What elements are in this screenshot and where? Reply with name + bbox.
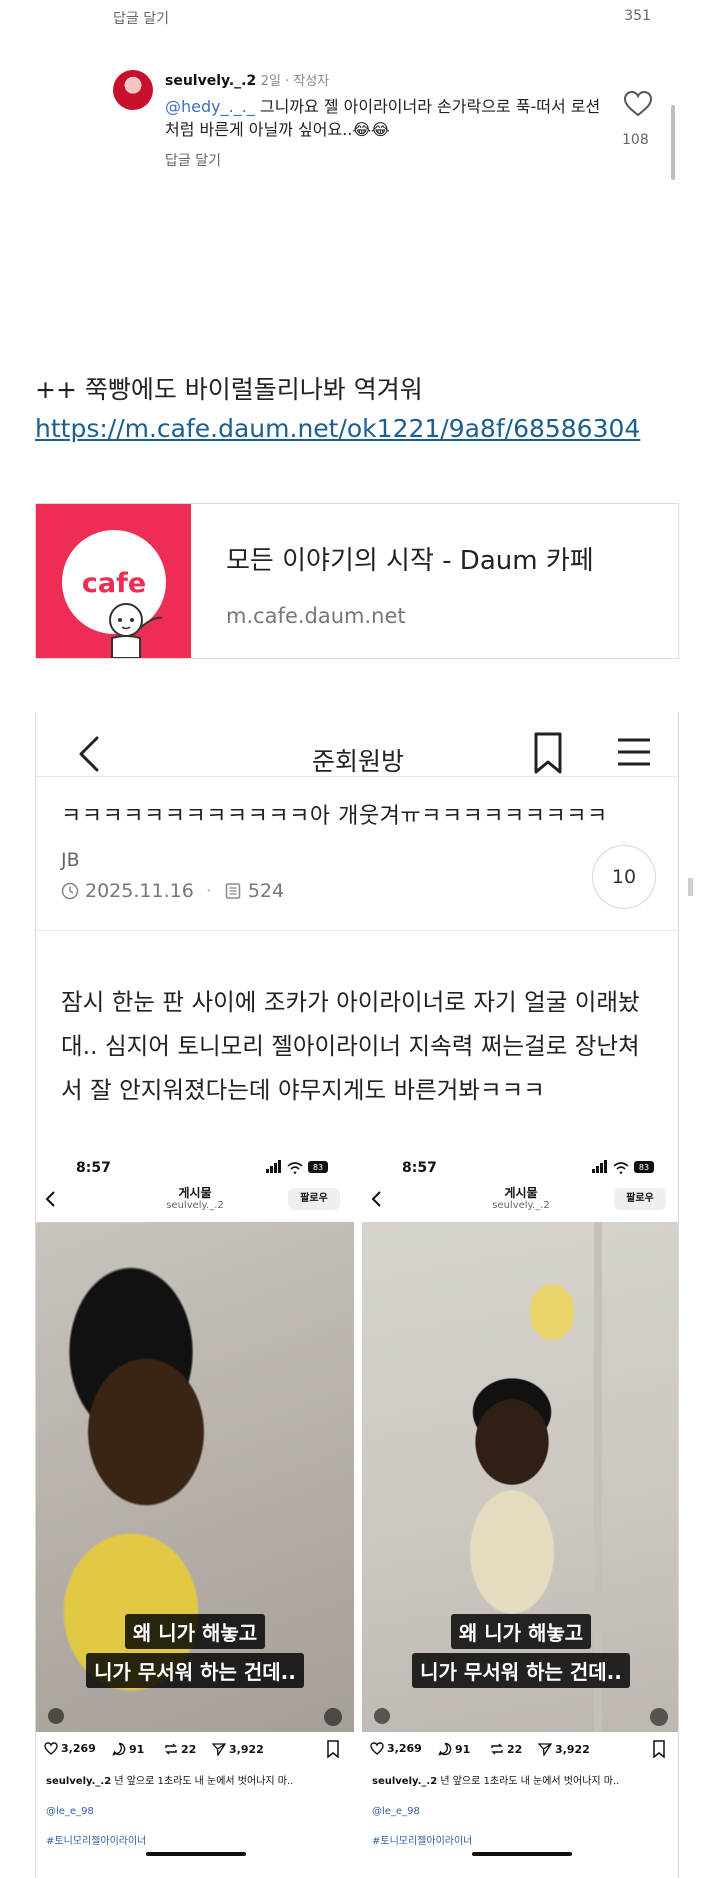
views-icon (225, 883, 241, 899)
post-body: 잠시 한눈 판 사이에 조카가 아이라이너로 자기 얼굴 이래놨대.. 심지어 … (61, 988, 640, 1104)
mute-icon[interactable] (324, 1708, 342, 1726)
scrollbar[interactable] (671, 105, 675, 180)
like-action[interactable]: 3,269 (44, 1742, 96, 1755)
mention-tag[interactable]: @le_e_98 (46, 1806, 94, 1817)
like-action[interactable]: 3,269 (370, 1742, 422, 1755)
reply-button[interactable]: 답글 달기 (113, 8, 169, 28)
video-frame[interactable]: 왜 니가 해놓고 니가 무서워 하는 건데.. (36, 1222, 354, 1732)
share-action[interactable]: 3,922 (538, 1742, 590, 1756)
person-icon[interactable] (48, 1708, 64, 1724)
card-domain: m.cafe.daum.net (226, 604, 406, 628)
comment-reply-button[interactable]: 답글 달기 (165, 150, 221, 170)
comment-header: seulvely._.2 2일 · 작성자 (165, 70, 329, 89)
post-headline: ㅋㅋㅋㅋㅋㅋㅋㅋㅋㅋㅋㅋ아 개웃겨ㅠㅋㅋㅋㅋㅋㅋㅋㅋㅋ (61, 804, 608, 829)
comment-action[interactable]: 91 (438, 1742, 470, 1756)
post-text: ++ 쭉빵에도 바이럴돌리나봐 역겨워 (35, 375, 423, 404)
post-link[interactable]: https://m.cafe.daum.net/ok1221/9a8f/6858… (35, 414, 640, 443)
battery-level: 83 (639, 1163, 649, 1172)
link-preview-card[interactable]: cafe 모든 이야기의 시작 - Daum 카페 m.cafe.daum.ne… (35, 503, 679, 659)
repost-action[interactable]: 22 (490, 1742, 522, 1756)
action-bar: 3,269 91 22 3,922 (44, 1740, 344, 1760)
page-scrollbar[interactable] (688, 878, 693, 896)
post-date: 2025.11.16 (85, 880, 194, 902)
desc-text: 년 앞으로 1초라도 내 눈에서 벗어나지 마.. (111, 1776, 294, 1787)
post-description: seulvely._.2 년 앞으로 1초라도 내 눈에서 벗어나지 마.. (372, 1772, 619, 1787)
action-bar: 3,269 91 22 3,922 (370, 1740, 670, 1760)
hashtag[interactable]: #토니모리젤아이라이너 (46, 1832, 146, 1847)
caption-line-1: 왜 니가 해놓고 (124, 1614, 266, 1649)
send-icon (212, 1743, 226, 1756)
comment-username[interactable]: seulvely._.2 (165, 73, 256, 89)
heart-icon (44, 1742, 58, 1755)
repost-icon (491, 1743, 503, 1755)
repost-count: 22 (181, 1742, 197, 1756)
share-count: 3,922 (229, 1742, 264, 1756)
comment-count: 91 (129, 1742, 145, 1756)
menu-icon[interactable] (614, 734, 654, 770)
post-meta: 2025.11.16 · 524 (61, 880, 284, 902)
avatar[interactable] (113, 70, 153, 110)
comment-count: 91 (455, 1742, 471, 1756)
status-icons: 83 (266, 1160, 328, 1174)
desc-text: 년 앞으로 1초라도 내 눈에서 벗어나지 마.. (437, 1776, 620, 1787)
embedded-post-screenshot: 준회원방 ㅋㅋㅋㅋㅋㅋㅋㅋㅋㅋㅋㅋ아 개웃겨ㅠㅋㅋㅋㅋㅋㅋㅋㅋㅋ JB 2025… (35, 712, 679, 1878)
heart-icon[interactable] (623, 90, 653, 118)
card-title: 모든 이야기의 시작 - Daum 카페 (226, 546, 594, 576)
repost-action[interactable]: 22 (164, 1742, 196, 1756)
battery-level: 83 (313, 1163, 323, 1172)
comment-icon (438, 1742, 452, 1756)
post-description: seulvely._.2 년 앞으로 1초라도 내 눈에서 벗어나지 마.. (46, 1772, 293, 1787)
cafe-logo-text: cafe (81, 568, 147, 599)
caption-line-2: 니가 무서워 하는 건데.. (412, 1653, 630, 1688)
follow-button[interactable]: 팔로우 (614, 1188, 666, 1210)
share-action[interactable]: 3,922 (212, 1742, 264, 1756)
bookmark-icon[interactable] (528, 730, 568, 776)
comment-action[interactable]: 91 (112, 1742, 144, 1756)
hashtag[interactable]: #토니모리젤아이라이너 (372, 1832, 472, 1847)
clock-icon (61, 882, 79, 900)
cafe-logo: cafe (36, 504, 191, 658)
comment-meta: 2일 · 작성자 (260, 74, 330, 89)
comment-count-button[interactable]: 10 (592, 845, 656, 909)
meta-separator: · (205, 880, 212, 902)
phone-screenshot-right: 8:57 83 게시물 seulvely._.2 팔로우 왜 니가 해놓고 니가… (362, 1152, 678, 1878)
person-icon[interactable] (374, 1708, 390, 1724)
post-author[interactable]: JB (61, 849, 80, 871)
repost-count: 22 (507, 1742, 523, 1756)
mute-icon[interactable] (650, 1708, 668, 1726)
comment-icon (112, 1742, 126, 1756)
phone-screenshot-left: 8:57 83 게시물 seulvely._.2 팔로우 왜 니가 해놓고 니가… (36, 1152, 354, 1878)
comment-like-count: 108 (622, 132, 649, 148)
like-count: 3,269 (61, 1742, 96, 1755)
status-time: 8:57 (402, 1160, 437, 1176)
mention-tag[interactable]: @le_e_98 (372, 1806, 420, 1817)
video-frame[interactable]: 왜 니가 해놓고 니가 무서워 하는 건데.. (362, 1222, 678, 1732)
like-count: 3,269 (387, 1742, 422, 1755)
heart-icon (370, 1742, 384, 1755)
repost-icon (165, 1743, 177, 1755)
bookmark-icon[interactable] (326, 1740, 340, 1758)
divider (36, 930, 678, 931)
status-time: 8:57 (76, 1160, 111, 1176)
video-caption: 왜 니가 해놓고 니가 무서워 하는 건데.. (362, 1612, 678, 1690)
divider (36, 776, 678, 777)
caption-line-2: 니가 무서워 하는 건데.. (86, 1653, 304, 1688)
desc-username[interactable]: seulvely._.2 (46, 1776, 111, 1787)
send-icon (538, 1743, 552, 1756)
board-title: 준회원방 (311, 747, 404, 776)
home-indicator (146, 1852, 246, 1856)
like-count: 351 (624, 8, 651, 24)
home-indicator (472, 1852, 572, 1856)
follow-button[interactable]: 팔로우 (288, 1188, 340, 1210)
share-count: 3,922 (555, 1742, 590, 1756)
post-views: 524 (247, 880, 285, 902)
comment-text: @hedy_._._ 그니까요 젤 아이라이너라 손가락으로 푹-떠서 로션처럼… (165, 95, 605, 141)
video-caption: 왜 니가 해놓고 니가 무서워 하는 건데.. (36, 1612, 354, 1690)
cafe-mascot-icon (109, 603, 163, 658)
status-icons: 83 (592, 1160, 654, 1174)
caption-line-1: 왜 니가 해놓고 (450, 1614, 592, 1649)
comment-mention[interactable]: @hedy_._._ (165, 97, 255, 116)
desc-username[interactable]: seulvely._.2 (372, 1776, 437, 1787)
bookmark-icon[interactable] (652, 1740, 666, 1758)
